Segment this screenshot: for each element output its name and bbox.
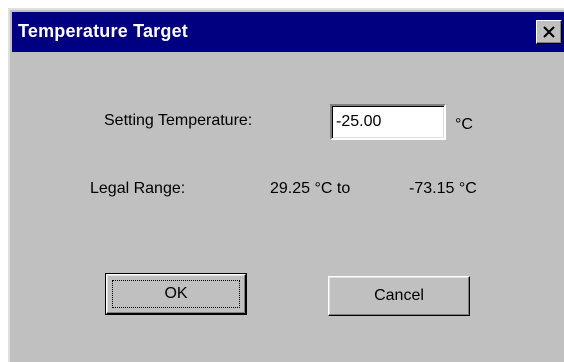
legal-range-low: 29.25 °C to — [270, 180, 351, 197]
cancel-button[interactable]: Cancel — [328, 276, 470, 316]
setting-temperature-label: Setting Temperature: — [104, 112, 253, 129]
legal-range-label: Legal Range: — [90, 180, 186, 197]
ok-button[interactable]: OK — [105, 273, 247, 315]
setting-temperature-input[interactable] — [330, 104, 446, 140]
title-bar[interactable]: Temperature Target — [12, 12, 564, 52]
focus-rectangle — [112, 280, 240, 308]
window-title: Temperature Target — [18, 21, 188, 41]
legal-range-high: -73.15 °C — [409, 180, 477, 197]
close-icon — [543, 26, 555, 38]
temperature-target-dialog: Temperature Target Setting Temperature: … — [8, 8, 564, 362]
close-button[interactable] — [536, 20, 562, 44]
unit-label: °C — [455, 116, 473, 133]
cancel-button-label: Cancel — [374, 287, 424, 304]
